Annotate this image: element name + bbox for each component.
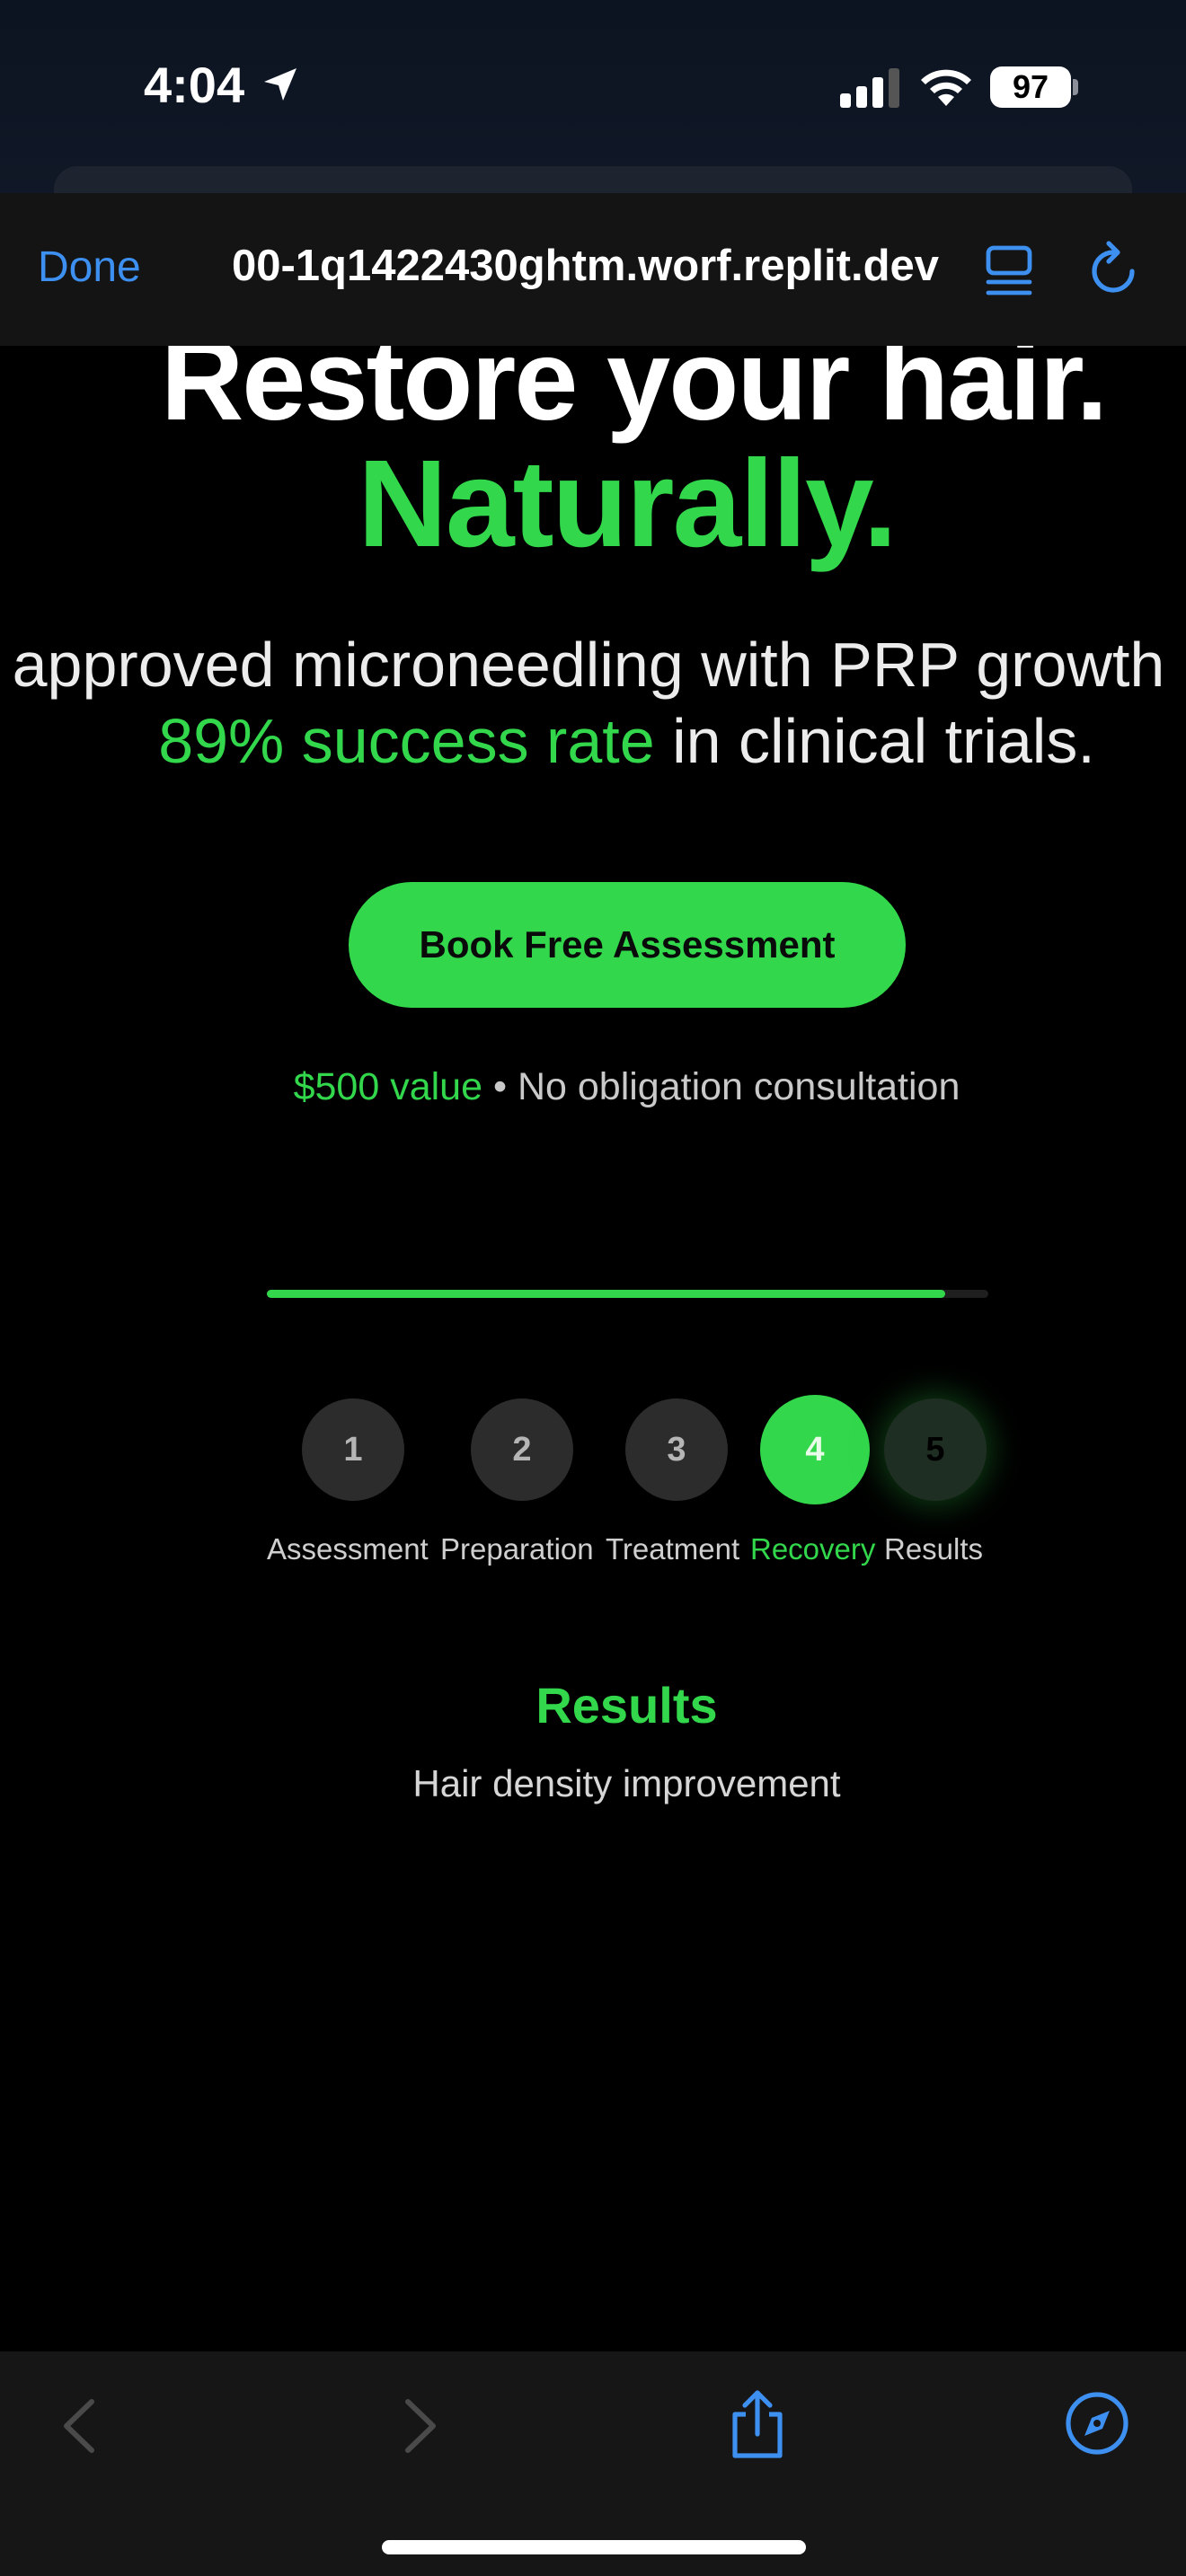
step-4-button[interactable]: 4 bbox=[760, 1395, 870, 1504]
forward-arrow-icon[interactable] bbox=[403, 2396, 440, 2456]
step-label-preparation[interactable]: Preparation bbox=[440, 1532, 594, 1566]
value-highlight: $500 value bbox=[293, 1065, 482, 1108]
hero-subtitle-line2: 89% success rate in clinical trials. bbox=[0, 705, 1186, 777]
done-button[interactable]: Done bbox=[38, 243, 141, 292]
reload-icon[interactable] bbox=[1087, 241, 1141, 296]
success-rate-highlight: 89% success rate bbox=[158, 706, 655, 776]
url-field[interactable]: 00-1q1422430ghtm.worf.replit.dev bbox=[193, 241, 939, 291]
cellular-signal-icon bbox=[840, 68, 899, 108]
back-arrow-icon[interactable] bbox=[59, 2396, 97, 2456]
share-icon[interactable] bbox=[726, 2389, 789, 2461]
step-3-button[interactable]: 3 bbox=[625, 1398, 728, 1501]
results-title: Results bbox=[535, 1677, 718, 1734]
hero-subtitle-line1: approved microneedling with PRP growth bbox=[12, 630, 1165, 700]
battery-nub bbox=[1073, 79, 1078, 95]
step-label-recovery[interactable]: Recovery bbox=[750, 1532, 875, 1566]
wifi-icon bbox=[921, 69, 971, 106]
subtitle-rest: in clinical trials. bbox=[654, 706, 1095, 776]
results-description: Hair density improvement bbox=[412, 1762, 841, 1804]
value-line: $500 value • No obligation consultation bbox=[0, 1065, 1186, 1109]
value-rest: • No obligation consultation bbox=[482, 1065, 960, 1108]
reader-view-icon[interactable] bbox=[985, 244, 1033, 296]
step-label-treatment[interactable]: Treatment bbox=[606, 1532, 739, 1566]
book-assessment-button[interactable]: Book Free Assessment bbox=[349, 882, 906, 1008]
status-time: 4:04 bbox=[144, 57, 245, 113]
step-label-results[interactable]: Results bbox=[884, 1532, 983, 1566]
compass-icon[interactable] bbox=[1065, 2391, 1129, 2456]
step-2-button[interactable]: 2 bbox=[471, 1398, 573, 1501]
step-5-button[interactable]: 5 bbox=[884, 1398, 987, 1501]
url-fade bbox=[180, 234, 216, 296]
step-label-assessment[interactable]: Assessment bbox=[267, 1532, 429, 1566]
progress-fill bbox=[267, 1290, 945, 1298]
battery-icon: 97 bbox=[990, 66, 1071, 108]
progress-track bbox=[267, 1290, 988, 1298]
location-arrow-icon bbox=[264, 68, 296, 101]
home-indicator bbox=[382, 2540, 806, 2554]
step-1-button[interactable]: 1 bbox=[302, 1398, 404, 1501]
hero-title-accent: Naturally. bbox=[358, 435, 898, 573]
